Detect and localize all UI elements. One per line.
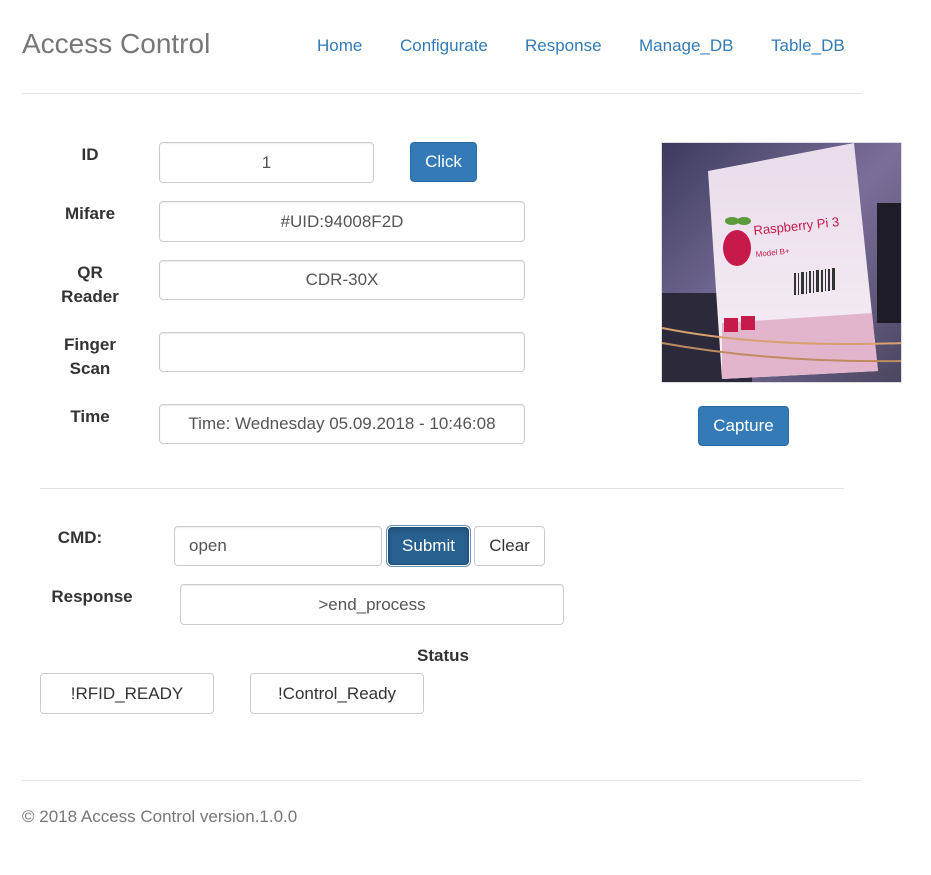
id-label: ID	[81, 145, 99, 164]
camera-photo: Raspberry Pi 3 Model B+	[662, 143, 901, 382]
qr-reader-label: QR Reader	[40, 261, 140, 309]
finger-scan-input[interactable]	[159, 332, 525, 372]
response-label: Response	[51, 587, 133, 606]
control-status-badge[interactable]: !Control_Ready	[250, 673, 424, 714]
submit-button[interactable]: Submit	[388, 527, 469, 565]
mifare-input[interactable]: #UID:94008F2D	[159, 201, 525, 242]
nav-configurate-link[interactable]: Configurate	[400, 36, 488, 56]
qr-label-line1: QR	[77, 263, 103, 282]
response-output[interactable]: >end_process	[180, 584, 564, 625]
app-brand[interactable]: Access Control	[22, 28, 210, 60]
nav-home-link[interactable]: Home	[317, 36, 362, 56]
section-divider	[40, 488, 844, 489]
time-label: Time	[70, 407, 110, 426]
qr-label-line2: Reader	[61, 287, 119, 306]
finger-label-line2: Scan	[69, 359, 111, 378]
capture-button[interactable]: Capture	[698, 406, 789, 446]
rfid-status-badge[interactable]: !RFID_READY	[40, 673, 214, 714]
time-input[interactable]: Time: Wednesday 05.09.2018 - 10:46:08	[159, 404, 525, 444]
finger-label-line1: Finger	[64, 335, 116, 354]
id-input[interactable]: 1	[159, 142, 374, 183]
cmd-input[interactable]: open	[174, 526, 382, 566]
clear-button[interactable]: Clear	[474, 526, 545, 566]
a-logo-icon	[741, 316, 755, 330]
finger-scan-label: Finger Scan	[40, 333, 140, 381]
rs-logo-icon	[724, 318, 738, 332]
footer-divider	[22, 780, 862, 781]
header-divider	[22, 93, 862, 94]
nav-response-link[interactable]: Response	[525, 36, 602, 56]
nav-table-db-link[interactable]: Table_DB	[771, 36, 845, 56]
mifare-label: Mifare	[64, 204, 116, 223]
qr-reader-input[interactable]: CDR-30X	[159, 260, 525, 300]
cmd-label: CMD:	[57, 528, 103, 547]
footer-text: © 2018 Access Control version.1.0.0	[22, 807, 298, 826]
click-button[interactable]: Click	[410, 142, 477, 182]
camera-preview: Raspberry Pi 3 Model B+	[661, 142, 902, 383]
status-title: Status	[417, 646, 469, 665]
nav-manage-db-link[interactable]: Manage_DB	[639, 36, 734, 56]
